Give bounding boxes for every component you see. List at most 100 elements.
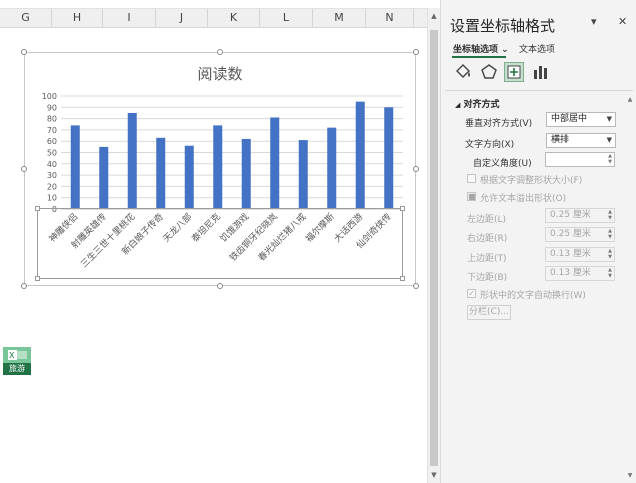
spinner-icon[interactable]: ▲ ▼ xyxy=(608,209,612,221)
bar xyxy=(184,145,194,209)
bar xyxy=(99,146,109,209)
chevron-down-icon: ▼ xyxy=(606,115,612,123)
bar xyxy=(70,125,80,209)
axis-handle-bottom-right[interactable] xyxy=(400,276,405,281)
pane-vertical-scrollbar[interactable]: ▲ ▼ xyxy=(625,96,635,483)
close-icon[interactable]: ✕ xyxy=(618,15,627,28)
bar xyxy=(270,117,280,209)
resize-shape-label: 根据文字调整形状大小(F) xyxy=(480,176,583,186)
top-margin-input[interactable]: 0.13 厘米 ▲ ▼ xyxy=(545,247,615,262)
chart-handle-top-right[interactable] xyxy=(413,49,419,55)
right-margin-value: 0.25 厘米 xyxy=(550,229,591,239)
size-properties-icon[interactable] xyxy=(504,62,524,82)
right-margin-input[interactable]: 0.25 厘米 ▲ ▼ xyxy=(545,227,615,242)
resize-shape-checkbox[interactable] xyxy=(467,174,476,183)
y-tick-label: 80 xyxy=(47,115,57,124)
column-i-header[interactable]: I xyxy=(103,9,156,27)
fill-line-icon[interactable] xyxy=(453,62,473,82)
sheet-vertical-scrollbar[interactable]: ▲ ▼ xyxy=(427,8,440,483)
chart-handle-top-center[interactable] xyxy=(217,49,223,55)
chart-handle-bottom-center[interactable] xyxy=(217,283,223,289)
y-tick-label: 90 xyxy=(47,103,57,112)
left-margin-label: 左边距(L) xyxy=(467,215,507,225)
column-k-header[interactable]: K xyxy=(208,9,260,27)
y-tick-label: 20 xyxy=(47,182,57,191)
bar xyxy=(241,138,251,209)
spinner-icon[interactable]: ▲ ▼ xyxy=(608,153,612,165)
bar xyxy=(298,140,308,209)
bottom-margin-value: 0.13 厘米 xyxy=(550,268,591,278)
y-tick-label: 100 xyxy=(42,92,57,101)
y-tick-label: 50 xyxy=(47,149,57,158)
tab-axis-options-label: 坐标轴选项 xyxy=(453,45,499,55)
chart-handle-middle-left[interactable] xyxy=(21,166,27,172)
top-margin-value: 0.13 厘米 xyxy=(550,249,591,259)
axis-options-icon[interactable] xyxy=(531,62,551,82)
y-tick-label: 30 xyxy=(47,171,57,180)
format-axis-pane: 设置坐标轴格式 ▾ ✕ 坐标轴选项 ⌄ 文本选项 ◢ 对齐方式 垂直对齐方式(V… xyxy=(440,0,636,483)
axis-handle-bottom-left[interactable] xyxy=(35,276,40,281)
pane-title: 设置坐标轴格式 xyxy=(450,17,556,35)
y-tick-label: 10 xyxy=(47,194,57,203)
scroll-down-icon[interactable]: ▼ xyxy=(625,472,635,482)
column-l-header[interactable]: L xyxy=(260,9,313,27)
bar xyxy=(127,112,137,209)
wrap-text-label: 形状中的文字自动换行(W) xyxy=(480,291,586,301)
right-margin-label: 右边距(R) xyxy=(467,234,508,244)
scroll-thumb[interactable] xyxy=(430,30,438,466)
excel-icon[interactable]: X 旅游 xyxy=(3,347,31,375)
custom-angle-label: 自定义角度(U) xyxy=(473,159,532,169)
active-tab-indicator xyxy=(452,56,506,58)
bottom-margin-label: 下边距(B) xyxy=(467,273,508,283)
pane-options-icon[interactable]: ▾ xyxy=(591,15,597,28)
section-alignment[interactable]: ◢ 对齐方式 xyxy=(455,97,500,110)
bar xyxy=(384,107,394,209)
bar xyxy=(355,101,365,209)
axis-handle-top-left[interactable] xyxy=(35,206,40,211)
bar xyxy=(213,125,223,209)
column-h-header[interactable]: H xyxy=(52,9,103,27)
scroll-down-icon[interactable]: ▼ xyxy=(428,469,440,481)
spinner-icon[interactable]: ▲ ▼ xyxy=(608,248,612,260)
bottom-margin-input[interactable]: 0.13 厘米 ▲ ▼ xyxy=(545,266,615,281)
bar xyxy=(156,137,166,209)
top-margin-label: 上边距(T) xyxy=(467,254,507,264)
allow-overflow-checkbox[interactable]: ■ xyxy=(467,192,476,201)
axis-selection-box[interactable] xyxy=(35,206,405,281)
allow-overflow-label: 允许文本溢出形状(O) xyxy=(480,194,567,204)
scroll-up-icon[interactable]: ▲ xyxy=(428,10,440,22)
column-m-header[interactable]: M xyxy=(313,9,366,27)
y-tick-label: 70 xyxy=(47,126,57,135)
custom-angle-input[interactable]: ▲ ▼ xyxy=(545,152,615,167)
wrap-text-checkbox[interactable]: ✓ xyxy=(467,289,476,298)
vertical-align-value: 中部居中 xyxy=(551,114,588,124)
chart-handle-middle-right[interactable] xyxy=(413,166,419,172)
spreadsheet-area[interactable]: G H I J K L M N 阅读数 0 10 20 30 40 50 60 70 80 90 1… xyxy=(0,0,427,483)
scroll-up-icon[interactable]: ▲ xyxy=(625,96,635,106)
column-j-header[interactable]: J xyxy=(156,9,208,27)
chart-handle-top-left[interactable] xyxy=(21,49,27,55)
chart-area[interactable]: 阅读数 0 10 20 30 40 50 60 70 80 90 100 神雕侠侣 射雕英雄传 三生三世十… xyxy=(24,52,416,286)
vertical-align-select[interactable]: 中部居中 ▼ xyxy=(546,112,616,127)
svg-text:X: X xyxy=(9,351,15,360)
column-header: G H I J K L M N xyxy=(0,8,427,28)
left-margin-input[interactable]: 0.25 厘米 ▲ ▼ xyxy=(545,208,615,223)
collapse-icon: ◢ xyxy=(455,101,461,109)
text-direction-select[interactable]: 横排 ▼ xyxy=(546,133,616,148)
chart-handle-bottom-right[interactable] xyxy=(413,283,419,289)
columns-button[interactable]: 分栏(C)... xyxy=(467,305,511,320)
y-tick-label: 60 xyxy=(47,137,57,146)
effects-icon[interactable] xyxy=(479,62,499,82)
chart-handle-bottom-left[interactable] xyxy=(21,283,27,289)
tab-text-options[interactable]: 文本选项 xyxy=(519,42,555,55)
chevron-down-icon: ⌄ xyxy=(501,45,509,55)
spinner-icon[interactable]: ▲ ▼ xyxy=(608,228,612,240)
text-direction-label: 文字方向(X) xyxy=(465,140,515,150)
spinner-icon[interactable]: ▲ ▼ xyxy=(608,267,612,279)
axis-handle-top-right[interactable] xyxy=(400,206,405,211)
text-direction-value: 横排 xyxy=(551,135,570,145)
tab-axis-options[interactable]: 坐标轴选项 ⌄ xyxy=(453,42,509,55)
column-g-header[interactable]: G xyxy=(0,9,52,27)
pane-divider xyxy=(445,90,633,91)
column-n-header[interactable]: N xyxy=(366,9,414,27)
